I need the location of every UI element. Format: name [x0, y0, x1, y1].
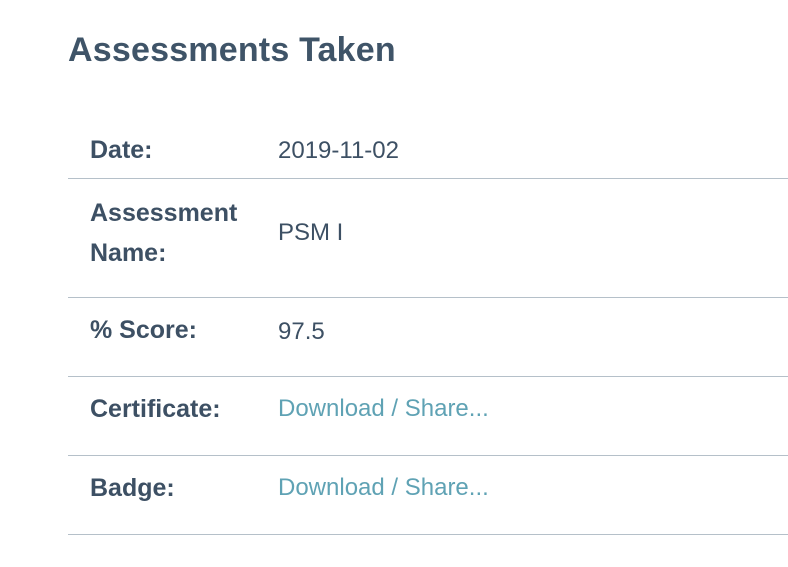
- assessment-name-value: PSM I: [278, 219, 344, 246]
- assessment-name-label-line1: Assessment: [90, 199, 238, 227]
- detail-row-score: % Score: 97.5: [68, 298, 788, 377]
- assessment-name-label-line2: Name:: [90, 239, 167, 267]
- badge-label: Badge:: [90, 474, 175, 502]
- score-value: 97.5: [278, 318, 325, 345]
- date-value: 2019-11-02: [278, 137, 399, 164]
- date-label: Date:: [90, 136, 153, 164]
- detail-row-badge: Badge: Download / Share...: [68, 456, 788, 535]
- assessment-name-label: Assessment Name:: [90, 193, 260, 273]
- detail-row-date: Date: 2019-11-02: [68, 117, 788, 179]
- badge-download-share-link[interactable]: Download / Share...: [278, 468, 489, 508]
- detail-row-assessment-name: Assessment Name: PSM I: [68, 179, 788, 298]
- assessment-details-table: Date: 2019-11-02 Assessment Name: PSM I %…: [68, 117, 788, 535]
- score-label: % Score:: [90, 316, 197, 344]
- certificate-label: Certificate:: [90, 395, 221, 423]
- certificate-download-share-link[interactable]: Download / Share...: [278, 389, 489, 429]
- page-title: Assessments Taken: [68, 31, 396, 69]
- detail-row-certificate: Certificate: Download / Share...: [68, 377, 788, 456]
